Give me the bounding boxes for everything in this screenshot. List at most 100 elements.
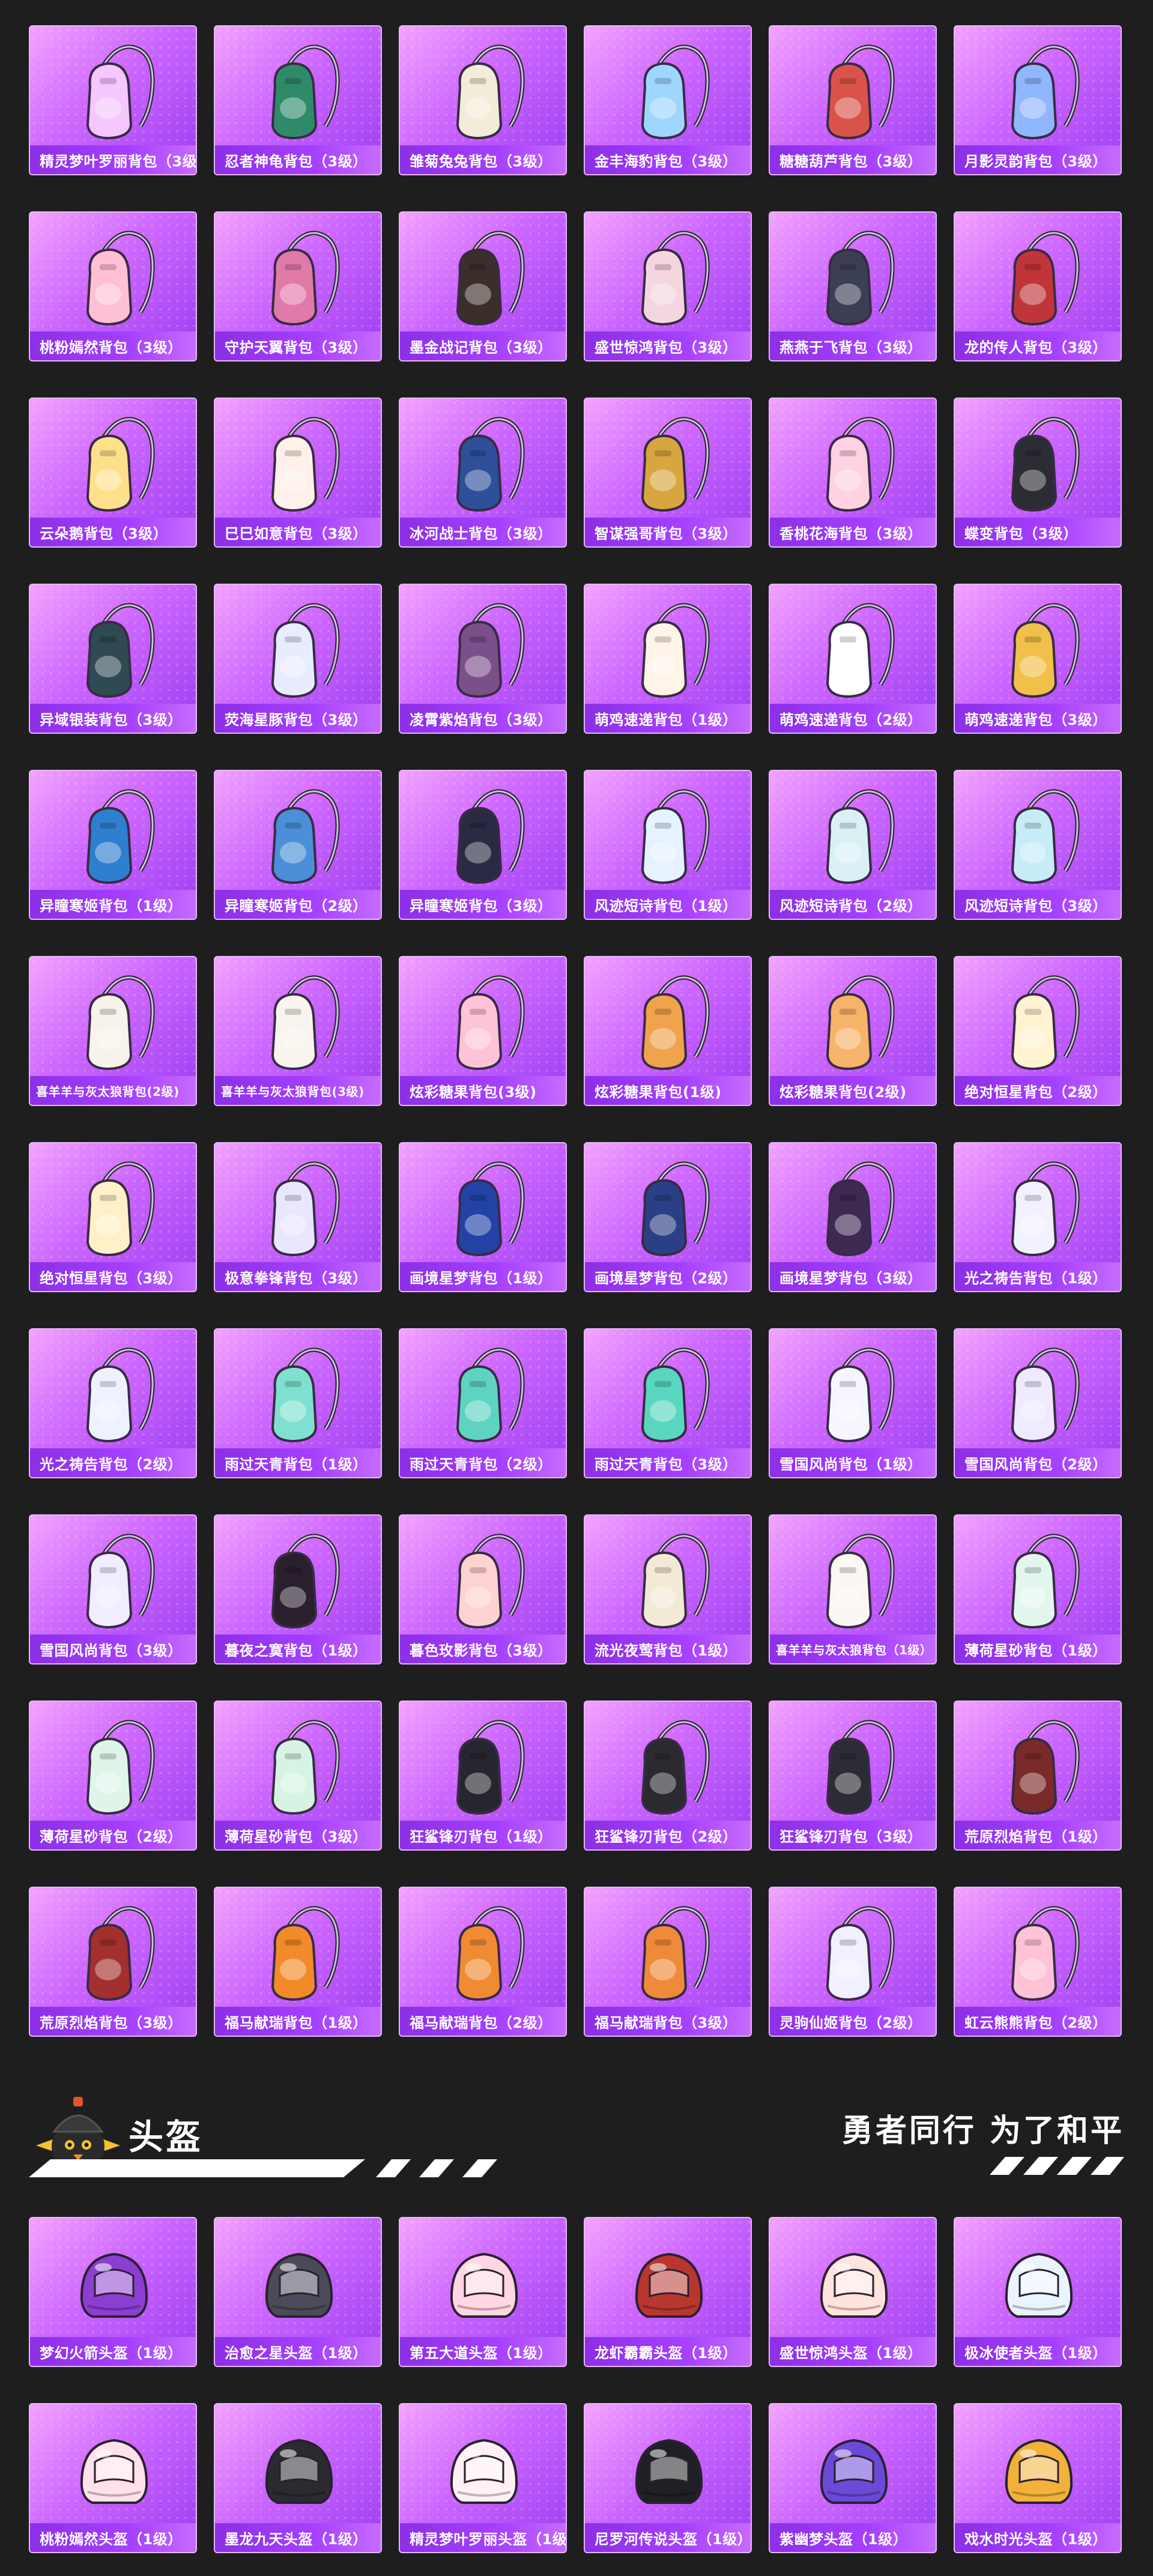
backpack-card[interactable]: 炫彩糖果背包(3级) [399,956,567,1106]
backpack-card[interactable]: 蝶变背包（3级） [954,398,1122,548]
backpack-icon [271,1720,340,1815]
backpack-card[interactable]: 风迹短诗背包（1级） [584,770,752,920]
backpack-card[interactable]: 精灵梦叶罗丽背包（3级） [29,25,197,175]
backpack-card[interactable]: 薄荷星砂背包（1级） [954,1514,1122,1664]
backpack-card[interactable]: 极意拳锋背包（3级） [214,1142,382,1292]
helmet-card[interactable]: 第五大道头盔（1级） [399,2217,567,2367]
backpack-card[interactable]: 雨过天青背包（2级） [399,1328,567,1478]
backpack-card[interactable]: 狂鲨锋刃背包（2级） [584,1701,752,1851]
backpack-card[interactable]: 雨过天青背包（3级） [584,1328,752,1478]
backpack-card[interactable]: 画境星梦背包（3级） [769,1142,937,1292]
backpack-icon [456,231,525,326]
backpack-icon [641,417,710,512]
backpack-card[interactable]: 守护天翼背包（3级） [214,211,382,361]
backpack-card[interactable]: 福马献瑞背包（2级） [399,1887,567,2037]
backpack-icon [456,417,525,512]
backpack-card[interactable]: 萌鸡速递背包（3级） [954,584,1122,734]
helmet-card[interactable]: 尼罗河传说头盔（1级） [584,2403,752,2553]
backpack-card[interactable]: 冰河战士背包（3级） [399,398,567,548]
backpack-icon [86,1347,155,1443]
helmet-card[interactable]: 戏水时光头盔（1级） [954,2403,1122,2553]
backpack-card[interactable]: 智谋强哥背包（3级） [584,398,752,548]
backpack-card[interactable]: 喜羊羊与灰太狼背包(2级) [29,956,197,1106]
backpack-card[interactable]: 香桃花海背包（3级） [769,398,937,548]
backpack-card[interactable]: 龙的传人背包（3级） [954,211,1122,361]
helmet-card[interactable]: 龙虾霸霸头盔（1级） [584,2217,752,2367]
backpack-card[interactable]: 光之祷告背包（1级） [954,1142,1122,1292]
backpack-card[interactable]: 狂鲨锋刃背包（3级） [769,1701,937,1851]
backpack-card[interactable]: 喜羊羊与灰太狼背包（1级） [769,1514,937,1664]
card-label: 光之祷告背包（2级） [30,1448,196,1477]
helmet-card[interactable]: 盛世惊鸿头盔（1级） [769,2217,937,2367]
backpack-card[interactable]: 流光夜莺背包（1级） [584,1514,752,1664]
backpack-icon [271,417,340,512]
card-label: 凌霄紫焰背包（3级） [400,704,566,733]
backpack-card[interactable]: 福马献瑞背包（3级） [584,1887,752,2037]
backpack-card[interactable]: 云朵鹅背包（3级） [29,398,197,548]
helmet-card[interactable]: 梦幻火箭头盔（1级） [29,2217,197,2367]
backpack-card[interactable]: 盛世惊鸿背包（3级） [584,211,752,361]
backpack-card[interactable]: 风迹短诗背包（3级） [954,770,1122,920]
backpack-card[interactable]: 画境星梦背包（1级） [399,1142,567,1292]
backpack-card[interactable]: 灵驹仙姬背包（2级） [769,1887,937,2037]
helmet-card[interactable]: 精灵梦叶罗丽头盔（1级） [399,2403,567,2553]
card-label: 桃粉嫣然头盔（1级） [30,2523,196,2552]
backpack-card[interactable]: 炫彩糖果背包(2级) [769,956,937,1106]
helmet-icon [265,2252,333,2318]
backpack-card[interactable]: 燕燕于飞背包（3级） [769,211,937,361]
backpack-card[interactable]: 狂鲨锋刃背包（1级） [399,1701,567,1851]
backpack-card[interactable]: 炫彩糖果背包(1级) [584,956,752,1106]
backpack-card[interactable]: 荧海星豚背包（3级） [214,584,382,734]
backpack-card[interactable]: 薄荷星砂背包（3级） [214,1701,382,1851]
backpack-icon [826,1161,895,1257]
backpack-card[interactable]: 雏菊兔兔背包（3级） [399,25,567,175]
backpack-card[interactable]: 绝对恒星背包（2级） [954,956,1122,1106]
backpack-card[interactable]: 雪国风尚背包（1级） [769,1328,937,1478]
backpack-card[interactable]: 金丰海豹背包（3级） [584,25,752,175]
backpack-card[interactable]: 巳巳如意背包（3级） [214,398,382,548]
backpack-card[interactable]: 月影灵韵背包（3级） [954,25,1122,175]
backpack-card[interactable]: 雪国风尚背包（3级） [29,1514,197,1664]
card-label: 桃粉嫣然背包（3级） [30,331,196,360]
backpack-card[interactable]: 光之祷告背包（2级） [29,1328,197,1478]
backpack-card[interactable]: 画境星梦背包（2级） [584,1142,752,1292]
backpack-card[interactable]: 暮色玫影背包（3级） [399,1514,567,1664]
backpack-card[interactable]: 荒原烈焰背包（3级） [29,1887,197,2037]
backpack-card[interactable]: 雨过天青背包（1级） [214,1328,382,1478]
helmet-card[interactable]: 治愈之星头盔（1级） [214,2217,382,2367]
card-label: 绝对恒星背包（2级） [955,1076,1121,1105]
backpack-card[interactable]: 墨金战记背包（3级） [399,211,567,361]
backpack-card[interactable]: 风迹短诗背包（2级） [769,770,937,920]
card-label: 雨过天青背包（2级） [400,1448,566,1477]
backpack-card[interactable]: 虹云熊熊背包（2级） [954,1887,1122,2037]
card-label: 墨金战记背包（3级） [400,331,566,360]
helmet-card[interactable]: 极冰使者头盔（1级） [954,2217,1122,2367]
backpack-card[interactable]: 雪国风尚背包（2级） [954,1328,1122,1478]
backpack-card[interactable]: 异域银装背包（3级） [29,584,197,734]
backpack-card[interactable]: 薄荷星砂背包（2级） [29,1701,197,1851]
backpack-card[interactable]: 异瞳寒姬背包（3级） [399,770,567,920]
backpack-icon [271,1347,340,1443]
backpack-card[interactable]: 异瞳寒姬背包（2级） [214,770,382,920]
backpack-card[interactable]: 异瞳寒姬背包（1级） [29,770,197,920]
backpack-card[interactable]: 糖糖葫芦背包（3级） [769,25,937,175]
backpack-card[interactable]: 绝对恒星背包（3级） [29,1142,197,1292]
backpack-card[interactable]: 萌鸡速递背包（1级） [584,584,752,734]
helmet-card[interactable]: 桃粉嫣然头盔（1级） [29,2403,197,2553]
backpack-card[interactable]: 喜羊羊与灰太狼背包(3级) [214,956,382,1106]
backpack-card[interactable]: 荒原烈焰背包（1级） [954,1701,1122,1851]
card-label: 盛世惊鸿背包（3级） [585,331,751,360]
backpack-card[interactable]: 福马献瑞背包（1级） [214,1887,382,2037]
helmet-card[interactable]: 墨龙九天头盔（1级） [214,2403,382,2553]
card-label: 异瞳寒姬背包（3级） [400,890,566,919]
helmet-card[interactable]: 紫幽梦头盔（1级） [769,2403,937,2553]
backpack-card[interactable]: 萌鸡速递背包（2级） [769,584,937,734]
card-label: 光之祷告背包（1级） [955,1262,1121,1291]
backpack-card[interactable]: 暮夜之寞背包（1级） [214,1514,382,1664]
helmet-icon [265,2438,333,2504]
backpack-card[interactable]: 忍者神龟背包（3级） [214,25,382,175]
backpack-icon [1011,975,1080,1071]
backpack-card[interactable]: 桃粉嫣然背包（3级） [29,211,197,361]
card-label: 荒原烈焰背包（1级） [955,1821,1121,1849]
backpack-card[interactable]: 凌霄紫焰背包（3级） [399,584,567,734]
